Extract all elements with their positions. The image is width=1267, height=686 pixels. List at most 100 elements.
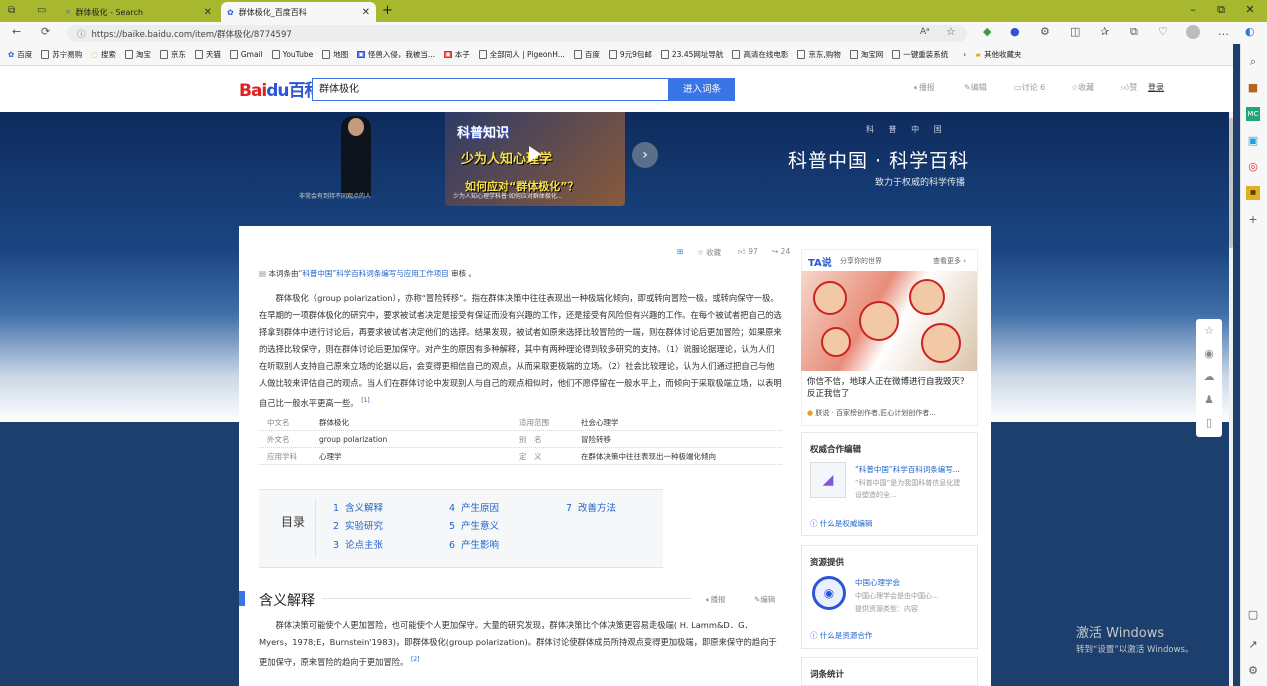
workspaces-icon[interactable]: ⧉	[8, 5, 15, 16]
video-thumbnail-1[interactable]: 非常会有到持不同观点的人	[259, 112, 442, 206]
toc-item[interactable]: 1 含义解释	[333, 500, 383, 514]
toc-item[interactable]: 4 产生原因	[449, 500, 499, 514]
authority-help-link[interactable]: ⓘ 什么是权威编辑	[810, 518, 872, 529]
resource-name[interactable]: 中国心理学会	[855, 577, 900, 588]
broadcast-action[interactable]: 🔈︎播报	[914, 82, 935, 93]
bookmark-item[interactable]: Gmail	[229, 50, 263, 59]
read-aloud-icon[interactable]: Aᵃ	[920, 27, 930, 37]
bookmark-item[interactable]: 百度	[573, 49, 600, 60]
toc-item[interactable]: 7 改善方法	[566, 500, 616, 514]
scrollbar-thumb[interactable]	[1229, 118, 1233, 248]
bookmark-item[interactable]: ▣ 本子	[444, 49, 470, 60]
see-more-link[interactable]: 查看更多 ›	[933, 256, 966, 266]
tab-baike[interactable]: ✿ 群体极化_百度百科 ✕	[221, 2, 376, 22]
bookmark-item[interactable]: 天猫	[194, 49, 221, 60]
qq-icon[interactable]: ♟	[1202, 393, 1216, 406]
bookmark-item[interactable]: 高清在线电影	[732, 49, 788, 60]
tab-actions-icon[interactable]: ▭	[37, 5, 46, 16]
address-bar[interactable]: ⓘ https://baike.baidu.com/item/群体极化/8774…	[67, 25, 967, 42]
extensions-icon[interactable]: ⚙	[1040, 25, 1050, 38]
wechat-icon[interactable]: ☁	[1202, 370, 1216, 383]
bookmarks-overflow-icon[interactable]: ›	[963, 50, 966, 59]
sidebar-app-icon[interactable]: ◎	[1246, 160, 1260, 174]
sidebar-mc-icon[interactable]: MC	[1246, 107, 1260, 121]
tashuo-image[interactable]	[801, 271, 977, 371]
sidebar-external-icon[interactable]: ↗	[1246, 638, 1260, 652]
toc-item[interactable]: 2 实验研究	[333, 518, 383, 532]
toc-item[interactable]: 3 论点主张	[333, 537, 383, 551]
bookmark-item[interactable]: ✿ 百度	[8, 49, 32, 60]
authority-name[interactable]: “科普中国”科学百科词条编写...	[855, 464, 960, 475]
bookmark-item[interactable]: 京东,购物	[797, 49, 841, 60]
resource-help-link[interactable]: ⓘ 什么是资源合作	[810, 630, 872, 641]
close-window-icon[interactable]: ✕	[1240, 3, 1260, 16]
reference-link[interactable]: [1]	[361, 397, 370, 404]
sidebar-shopping-icon[interactable]: ■	[1246, 81, 1260, 95]
favorite-star-icon[interactable]: ☆	[946, 25, 956, 38]
tab-search[interactable]: ⌕ 群体极化 - Search ✕	[60, 2, 218, 22]
extension-shield-icon[interactable]: ◆	[983, 25, 991, 38]
refresh-icon[interactable]: ⟳	[41, 25, 50, 38]
mobile-icon[interactable]: ▯	[1202, 416, 1216, 429]
split-screen-icon[interactable]: ◫	[1070, 25, 1080, 38]
reviewer-link[interactable]: “科普中国”科学百科词条编写与应用工作项目	[298, 269, 448, 278]
tashuo-headline[interactable]: 你信不信，地球人正在微博进行自我毁灭？反正我信了	[807, 376, 973, 400]
bookmark-item[interactable]: 9元9包邮	[608, 49, 652, 60]
next-video-icon[interactable]: ›	[632, 142, 658, 168]
site-info-icon[interactable]: ⓘ	[77, 28, 86, 40]
bookmark-item[interactable]: ▣ 怪兽入侵，我被当...	[357, 49, 435, 60]
back-icon[interactable]: ←	[12, 25, 21, 38]
sidebar-screen-icon[interactable]: ▢	[1246, 608, 1260, 622]
like-action[interactable]: 👍︎赞	[1121, 82, 1137, 93]
video-thumbnail-2[interactable]: 科普知识 少为人知心理学 如何应对“群体极化”？ 少为人知心理学科普·如何应对群…	[445, 112, 625, 206]
collect-button[interactable]: ☆ 收藏	[697, 247, 721, 258]
toc-item[interactable]: 6 产生影响	[449, 537, 499, 551]
author-avatar-icon: ●	[807, 409, 814, 417]
weibo-icon[interactable]: ◉	[1202, 347, 1216, 360]
bookmark-item[interactable]: 苏宁易购	[41, 49, 82, 60]
enter-entry-button[interactable]: 进入词条	[669, 78, 735, 101]
copilot-icon[interactable]: ◐	[1245, 25, 1255, 38]
login-link[interactable]: 登录	[1148, 82, 1164, 93]
bookmark-item[interactable]: 全部同人 | PigeonH...	[478, 49, 565, 60]
browser-essentials-icon[interactable]: ♡	[1158, 25, 1168, 38]
like-button[interactable]: 👍︎ 97	[738, 247, 758, 257]
close-tab-icon[interactable]: ✕	[362, 7, 370, 18]
play-icon[interactable]	[529, 146, 541, 162]
minimize-icon[interactable]: –	[1183, 3, 1203, 16]
favorites-icon[interactable]: ✰	[1100, 25, 1109, 38]
favorite-star-icon[interactable]: ☆	[1202, 324, 1216, 337]
edit-action[interactable]: ✎编辑	[964, 82, 987, 93]
section-edit-button[interactable]: ✎编辑	[754, 594, 775, 605]
bookmark-item[interactable]: YouTube	[271, 50, 313, 59]
collections-icon[interactable]: ⧉	[1130, 25, 1138, 39]
bookmark-item[interactable]: ◌ 搜索	[91, 49, 116, 60]
search-input[interactable]: 群体极化	[312, 78, 669, 101]
collect-action[interactable]: ☆收藏	[1071, 82, 1094, 93]
bookmark-item[interactable]: 淘宝网	[849, 49, 883, 60]
bookmark-item[interactable]: 淘宝	[124, 49, 151, 60]
baike-logo[interactable]: Baidu百科	[239, 76, 322, 101]
sidebar-search-icon[interactable]: ⌕	[1246, 55, 1260, 69]
sidebar-settings-icon[interactable]: ⚙	[1246, 664, 1260, 678]
toc-item[interactable]: 5 产生意义	[449, 518, 499, 532]
bookmark-item[interactable]: 23.45网址导航	[660, 49, 723, 60]
section-broadcast-button[interactable]: 🔈︎播报	[706, 594, 726, 605]
add-icon[interactable]: ⊞	[677, 247, 683, 256]
share-button[interactable]: ↪ 24	[772, 247, 790, 256]
other-favorites[interactable]: ▰ 其他收藏夹	[975, 49, 1021, 60]
sidebar-app2-icon[interactable]: ▦	[1246, 186, 1260, 200]
bookmark-item[interactable]: 一键重装系统	[892, 49, 948, 60]
new-tab-icon[interactable]: +	[382, 3, 393, 18]
profile-avatar-icon[interactable]	[1186, 25, 1200, 39]
discuss-action[interactable]: ▭讨论 6	[1014, 82, 1045, 93]
more-menu-icon[interactable]: …	[1218, 25, 1229, 38]
restore-icon[interactable]: ⧉	[1211, 3, 1231, 17]
close-tab-icon[interactable]: ✕	[204, 7, 212, 18]
extension-icon[interactable]: ●	[1010, 25, 1020, 38]
sidebar-bilibili-icon[interactable]: ▣	[1246, 134, 1260, 148]
sidebar-add-icon[interactable]: +	[1246, 213, 1260, 227]
reference-link[interactable]: [2]	[411, 656, 420, 663]
bookmark-item[interactable]: 地图	[322, 49, 348, 60]
bookmark-item[interactable]: 京东	[159, 49, 186, 60]
